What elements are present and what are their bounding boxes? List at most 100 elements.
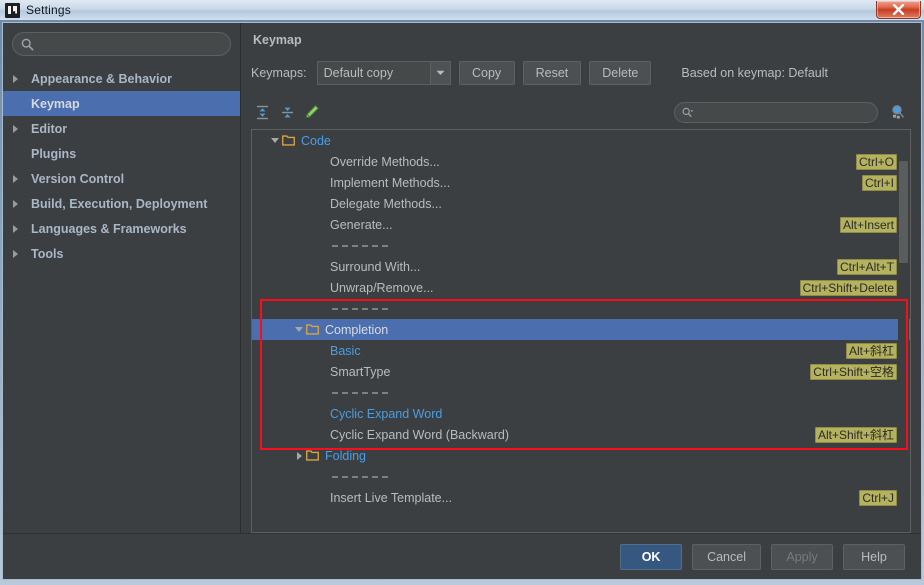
apply-button[interactable]: Apply: [771, 543, 833, 570]
sidebar-item-keymap[interactable]: Keymap: [3, 91, 240, 116]
tree-folder-row[interactable]: Code: [252, 130, 910, 151]
sidebar-item-label: Plugins: [31, 146, 77, 161]
chevron-right-icon: [13, 174, 26, 183]
tree-vertical-scrollbar[interactable]: [898, 131, 909, 531]
sidebar-item-appearance-behavior[interactable]: Appearance & Behavior: [3, 66, 240, 91]
keymap-dropdown[interactable]: Default copy: [316, 61, 451, 85]
dialog-content: Appearance & Behavior Keymap Editor Plugins…: [3, 23, 921, 533]
find-actions-by-shortcut-icon[interactable]: [886, 101, 908, 123]
chevron-right-icon: [13, 74, 26, 83]
settings-sidebar: Appearance & Behavior Keymap Editor Plugins…: [3, 23, 241, 533]
sidebar-item-label: Version Control: [31, 171, 125, 186]
tree-item-row[interactable]: Surround With... Ctrl+Alt+T: [252, 256, 910, 277]
sidebar-item-tools[interactable]: Tools: [3, 241, 240, 266]
tree-folder-row[interactable]: Folding: [252, 445, 910, 466]
folder-icon: [282, 135, 298, 146]
separator-line: [332, 391, 388, 394]
settings-dialog: Appearance & Behavior Keymap Editor Plugins…: [2, 22, 922, 580]
keymap-panel: Keymap Keymaps: Default copy Copy Reset …: [241, 23, 921, 533]
tree-item-label: SmartType: [330, 364, 391, 379]
expand-all-icon[interactable]: [251, 101, 273, 123]
sidebar-item-label: Keymap: [31, 96, 80, 111]
search-box[interactable]: [12, 32, 231, 56]
chevron-down-icon[interactable]: [292, 327, 306, 332]
page-title: Keymap: [253, 33, 302, 47]
tree-item-row[interactable]: Cyclic Expand Word (Backward) Alt+Shift+斜…: [252, 424, 910, 445]
search-icon: [21, 38, 34, 51]
shortcut-badge: Ctrl+Alt+T: [836, 259, 897, 275]
tree-separator: [252, 466, 910, 487]
tree-item-row[interactable]: Cyclic Expand Word: [252, 403, 910, 424]
shortcut-badge: Alt+斜杠: [845, 343, 897, 359]
tree-item-row[interactable]: Implement Methods... Ctrl+I: [252, 172, 910, 193]
folder-icon: [306, 450, 322, 461]
window-title: Settings: [26, 3, 71, 17]
tree-item-label: Folding: [325, 448, 366, 463]
shortcut-badge: Ctrl+I: [861, 175, 897, 191]
sidebar-item-languages-frameworks[interactable]: Languages & Frameworks: [3, 216, 240, 241]
shortcut-badge: Ctrl+O: [855, 154, 897, 170]
keymap-tree[interactable]: Code Override Methods... Ctrl+O Implement M…: [252, 130, 910, 532]
tree-item-row[interactable]: Unwrap/Remove... Ctrl+Shift+Delete: [252, 277, 910, 298]
tree-separator: [252, 382, 910, 403]
chevron-right-icon: [13, 199, 26, 208]
sidebar-item-label: Appearance & Behavior: [31, 71, 173, 86]
sidebar-item-label: Editor: [31, 121, 68, 136]
sidebar-item-version-control[interactable]: Version Control: [3, 166, 240, 191]
intellij-idea-icon: [5, 2, 20, 18]
sidebar-item-label: Languages & Frameworks: [31, 221, 187, 236]
sidebar-item-plugins[interactable]: Plugins: [3, 141, 240, 166]
sidebar-item-editor[interactable]: Editor: [3, 116, 240, 141]
help-button[interactable]: Help: [843, 543, 905, 570]
tree-item-row[interactable]: Basic Alt+斜杠: [252, 340, 910, 361]
sidebar-list: Appearance & Behavior Keymap Editor Plugins…: [3, 66, 240, 266]
separator-line: [332, 475, 388, 478]
scrollbar-thumb[interactable]: [899, 161, 908, 263]
tree-folder-row[interactable]: Completion: [252, 319, 910, 340]
copy-button[interactable]: Copy: [458, 61, 515, 85]
tree-item-row[interactable]: Generate... Alt+Insert: [252, 214, 910, 235]
separator-line: [332, 244, 388, 247]
shortcut-badge: Alt+Insert: [839, 217, 897, 233]
cancel-button[interactable]: Cancel: [692, 543, 761, 570]
tree-item-label: Generate...: [330, 217, 393, 232]
separator-line: [332, 307, 388, 310]
tree-item-row[interactable]: Insert Live Template... Ctrl+J: [252, 487, 910, 508]
shortcut-filter-input[interactable]: [696, 104, 870, 120]
chevron-down-icon: [429, 62, 450, 84]
keymap-selector-row: Keymaps: Default copy Copy Reset Delete …: [251, 61, 911, 85]
collapse-all-icon[interactable]: [276, 101, 298, 123]
search-input[interactable]: [39, 36, 222, 52]
close-button[interactable]: [876, 1, 921, 19]
chevron-down-icon[interactable]: [268, 138, 282, 143]
tree-item-row[interactable]: Delegate Methods...: [252, 193, 910, 214]
tree-separator: [252, 298, 910, 319]
delete-button[interactable]: Delete: [589, 61, 652, 85]
reset-button[interactable]: Reset: [522, 61, 582, 85]
sidebar-search-wrap: [3, 32, 240, 66]
tree-item-label: Surround With...: [330, 259, 421, 274]
ok-button[interactable]: OK: [620, 543, 683, 570]
chevron-right-icon[interactable]: [292, 451, 306, 460]
chevron-right-icon: [13, 249, 26, 258]
tree-item-label: Implement Methods...: [330, 175, 451, 190]
tree-item-label: Insert Live Template...: [330, 490, 453, 505]
shortcut-badge: Alt+Shift+斜杠: [814, 427, 897, 443]
keymaps-label: Keymaps:: [251, 66, 307, 80]
search-icon: [682, 107, 694, 117]
keymap-dropdown-value: Default copy: [323, 66, 394, 80]
chevron-right-icon: [13, 224, 26, 233]
tree-item-row[interactable]: SmartType Ctrl+Shift+空格: [252, 361, 910, 382]
tree-item-label: Cyclic Expand Word (Backward): [330, 427, 509, 442]
sidebar-item-build-execution-deployment[interactable]: Build, Execution, Deployment: [3, 191, 240, 216]
tree-item-label: Completion: [325, 322, 389, 337]
settings-window: Settings Appearance & Behavior Keymap Ed…: [0, 0, 924, 585]
shortcut-filter-box[interactable]: [674, 101, 878, 123]
tree-item-row[interactable]: Override Methods... Ctrl+O: [252, 151, 910, 172]
sidebar-item-label: Tools: [31, 246, 64, 261]
edit-pencil-icon[interactable]: [301, 101, 323, 123]
tree-item-label: Code: [301, 133, 331, 148]
based-on-keymap-label: Based on keymap: Default: [681, 66, 829, 80]
keymap-tree-container: Code Override Methods... Ctrl+O Implement M…: [251, 129, 911, 533]
sidebar-item-label: Build, Execution, Deployment: [31, 196, 208, 211]
